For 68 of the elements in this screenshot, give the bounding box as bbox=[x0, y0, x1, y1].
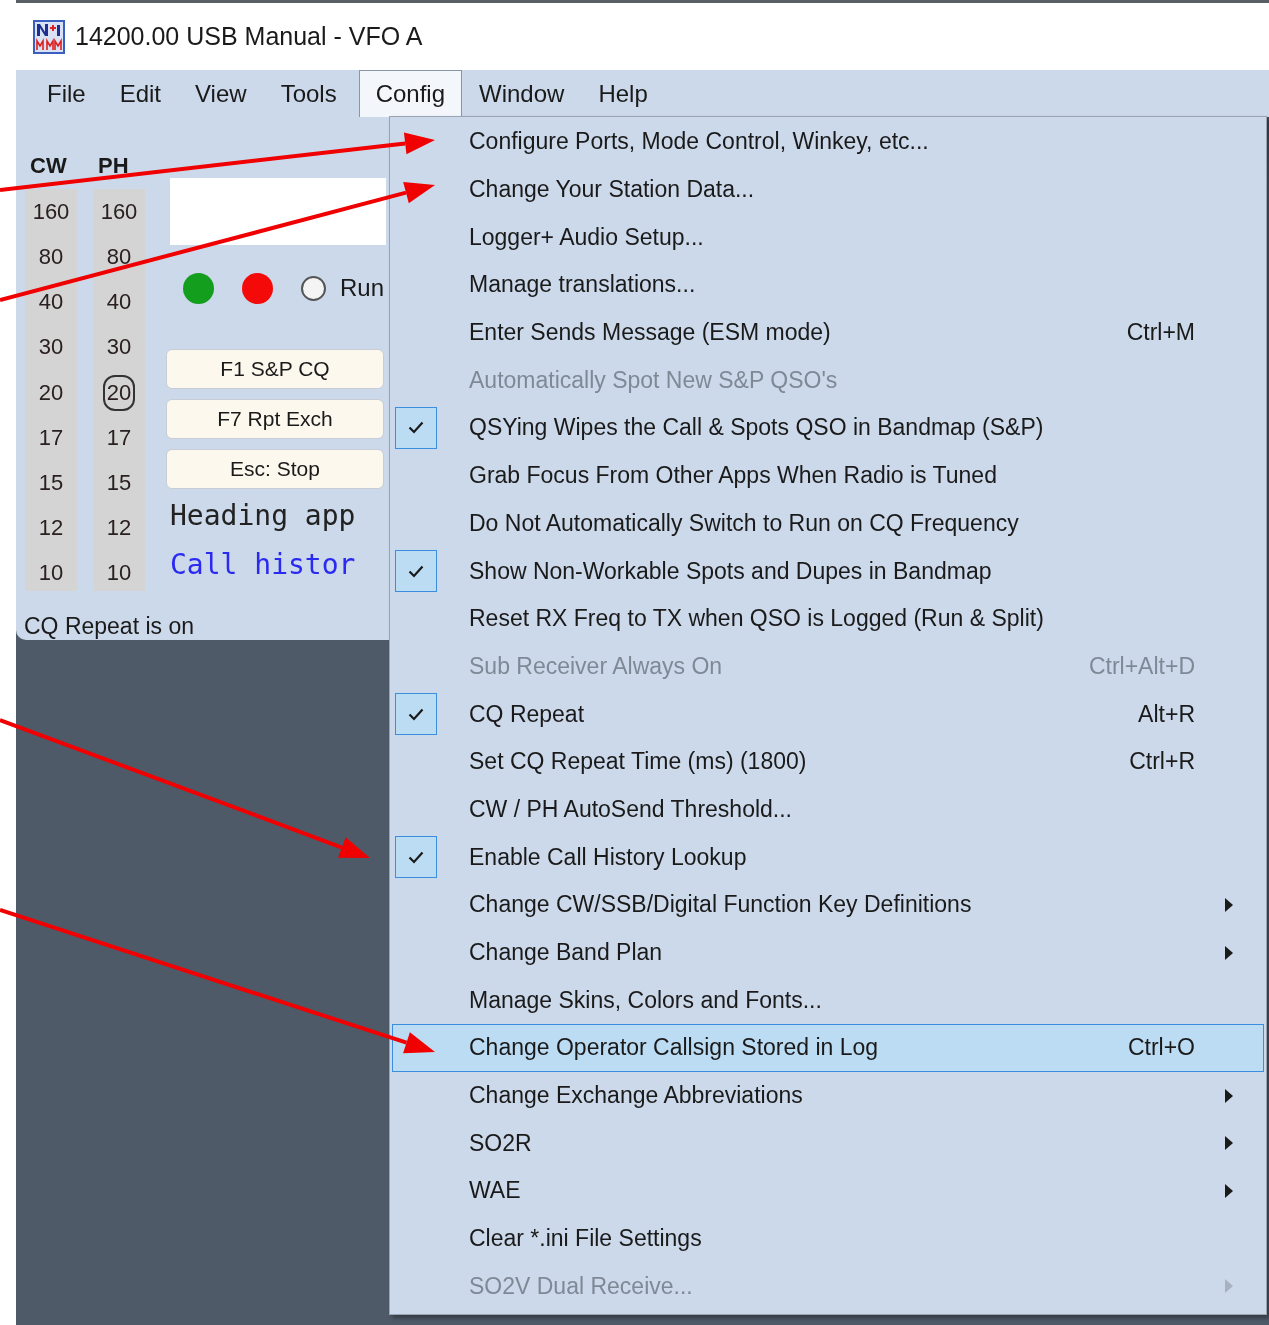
band-button[interactable]: 40 bbox=[102, 284, 136, 321]
app-logo-icon bbox=[33, 19, 65, 54]
menu-bar-item[interactable]: Edit bbox=[102, 70, 179, 117]
check-icon bbox=[408, 707, 424, 721]
radio-button[interactable] bbox=[301, 275, 326, 301]
band-button[interactable]: 160 bbox=[28, 194, 74, 230]
menu-bar-item[interactable]: File bbox=[30, 70, 103, 117]
menu-item[interactable]: Enable Call History Lookup bbox=[392, 833, 1264, 881]
band-button[interactable]: 15 bbox=[102, 464, 136, 501]
menu-item[interactable]: Set CQ Repeat Time (ms) (1800) Ctrl+R bbox=[392, 737, 1264, 786]
band-button[interactable]: 20 bbox=[102, 374, 136, 411]
menu-item[interactable]: Configure Ports, Mode Control, Winkey, etc... bbox=[392, 118, 1264, 166]
checkbox[interactable] bbox=[395, 406, 437, 449]
band-button[interactable]: 15 bbox=[34, 464, 68, 501]
menu-item[interactable]: Do Not Automatically Switch to Run on CQ Frequency bbox=[392, 499, 1264, 548]
band-button[interactable]: 10 bbox=[34, 555, 68, 591]
menu-bar-item[interactable]: Help bbox=[581, 70, 665, 117]
menu-item[interactable]: Change Operator Callsign Stored in Log Ctrl+O bbox=[392, 1024, 1264, 1072]
band-button[interactable]: 10 bbox=[102, 555, 136, 591]
band-button[interactable]: 80 bbox=[102, 239, 136, 276]
callsign-input-field[interactable] bbox=[170, 178, 386, 245]
checkbox[interactable] bbox=[395, 693, 437, 736]
menu-item[interactable]: Reset RX Freq to TX when QSO is Logged (Run & Split) bbox=[392, 594, 1264, 643]
check-icon bbox=[408, 421, 424, 435]
call-history-text: Call histor bbox=[170, 548, 357, 581]
band-column-header: CW bbox=[29, 153, 67, 180]
band-button[interactable]: 30 bbox=[34, 329, 68, 366]
menu-item[interactable]: Change Exchange Abbreviations bbox=[392, 1071, 1264, 1120]
menu-item[interactable]: WAE bbox=[392, 1167, 1264, 1215]
menu-item[interactable]: Manage Skins, Colors and Fonts... bbox=[392, 976, 1264, 1025]
menu-item[interactable]: Manage translations... bbox=[392, 261, 1264, 309]
menu-bar-item[interactable]: View bbox=[178, 70, 264, 117]
band-button[interactable]: 17 bbox=[102, 419, 136, 456]
menu-item[interactable]: Change CW/SSB/Digital Function Key Definitions bbox=[392, 881, 1264, 929]
menu-item[interactable]: CQ Repeat Alt+R bbox=[392, 690, 1264, 738]
menu-item[interactable]: Clear *.ini File Settings bbox=[392, 1214, 1264, 1263]
band-button[interactable]: 17 bbox=[34, 419, 68, 456]
menu-item[interactable]: SO2R bbox=[392, 1119, 1264, 1168]
band-button[interactable]: 30 bbox=[102, 329, 136, 366]
menu-bar-item[interactable]: Config bbox=[358, 70, 463, 117]
checkbox[interactable] bbox=[395, 550, 437, 593]
menu-item[interactable]: Enter Sends Message (ESM mode) Ctrl+M bbox=[392, 308, 1264, 357]
menu-item[interactable]: Change Your Station Data... bbox=[392, 165, 1264, 214]
band-button[interactable]: 20 bbox=[34, 374, 68, 411]
band-button[interactable]: 12 bbox=[34, 509, 68, 546]
band-button[interactable]: 40 bbox=[34, 284, 68, 321]
function-key-button[interactable]: Esc: Stop bbox=[166, 449, 384, 489]
status-bar-text: CQ Repeat is on bbox=[23, 612, 196, 640]
menu-bar-item[interactable]: Window bbox=[462, 70, 582, 117]
band-button[interactable]: 80 bbox=[34, 239, 68, 276]
band-column-header: PH bbox=[97, 153, 129, 180]
radio-label[interactable]: Run bbox=[340, 274, 385, 302]
menu-bar-item[interactable]: Tools bbox=[263, 70, 354, 117]
menu-item[interactable]: Change Band Plan bbox=[392, 928, 1264, 977]
menu-item[interactable]: Grab Focus From Other Apps When Radio is Tuned bbox=[392, 451, 1264, 500]
band-button[interactable]: 160 bbox=[96, 194, 142, 230]
check-icon bbox=[408, 564, 424, 578]
check-icon bbox=[408, 850, 424, 864]
heading-text: Heading app bbox=[170, 499, 357, 532]
menu-item[interactable]: Show Non-Workable Spots and Dupes in Bandmap bbox=[392, 547, 1264, 595]
function-key-button[interactable]: F7 Rpt Exch bbox=[166, 399, 384, 439]
checkbox[interactable] bbox=[395, 836, 437, 879]
menu-item[interactable]: CW / PH AutoSend Threshold... bbox=[392, 785, 1264, 834]
band-button[interactable]: 12 bbox=[102, 509, 136, 546]
window-title: 14200.00 USB Manual - VFO A bbox=[75, 22, 423, 51]
menu-item[interactable]: Logger+ Audio Setup... bbox=[392, 213, 1264, 262]
function-key-button[interactable]: F1 S&P CQ bbox=[166, 349, 384, 389]
menu-item[interactable]: QSYing Wipes the Call & Spots QSO in Bandmap (S&P) bbox=[392, 404, 1264, 452]
